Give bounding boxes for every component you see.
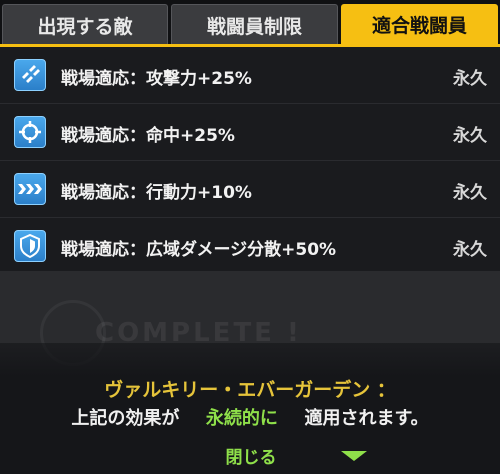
effect-duration: 永久 xyxy=(453,69,487,89)
attack-up-icon xyxy=(14,59,46,91)
speed-up-icon xyxy=(14,173,46,205)
tab-enemies[interactable]: 出現する敵 xyxy=(2,4,168,45)
effect-label: 戦場適応：命中+25% xyxy=(61,126,235,146)
effect-message: 上記の効果が 永続的に 適用されます。 xyxy=(0,404,500,430)
message-prefix: 上記の効果が xyxy=(71,408,180,429)
effect-label: 戦場適応：攻撃力+25% xyxy=(61,69,252,89)
tab-member-restrictions[interactable]: 戦闘員制限 xyxy=(171,4,338,45)
close-button[interactable]: 閉じる xyxy=(211,440,291,470)
effect-label: 戦場適応：広域ダメージ分散+50% xyxy=(61,240,337,260)
effect-duration: 永久 xyxy=(453,126,487,146)
tab-bar: 出現する敵 戦闘員制限 適合戦闘員 xyxy=(0,0,500,46)
message-highlight: 永続的に xyxy=(205,408,278,429)
accuracy-up-icon xyxy=(14,116,46,148)
effect-row-speed: 戦場適応：行動力+10% 永久 xyxy=(0,161,500,217)
effect-label: 戦場適応：行動力+10% xyxy=(61,183,252,203)
message-suffix: 適用されます。 xyxy=(304,408,429,429)
effect-list: 戦場適応：攻撃力+25% 永久 戦場適応：命中+25% 永久 戦場適応：行動力+… xyxy=(0,47,500,271)
effect-row-accuracy: 戦場適応：命中+25% 永久 xyxy=(0,104,500,160)
tab-compatible-members[interactable]: 適合戦闘員 xyxy=(341,4,498,44)
effect-row-damage-spread: 戦場適応：広域ダメージ分散+50% 永久 xyxy=(0,218,500,274)
damage-spread-icon xyxy=(14,230,46,262)
chevron-down-icon[interactable] xyxy=(339,449,369,463)
effect-duration: 永久 xyxy=(453,183,487,203)
effect-duration: 永久 xyxy=(453,240,487,260)
character-name: ヴァルキリー・エバーガーデン ： xyxy=(104,379,396,401)
effect-row-attack: 戦場適応：攻撃力+25% 永久 xyxy=(0,47,500,103)
